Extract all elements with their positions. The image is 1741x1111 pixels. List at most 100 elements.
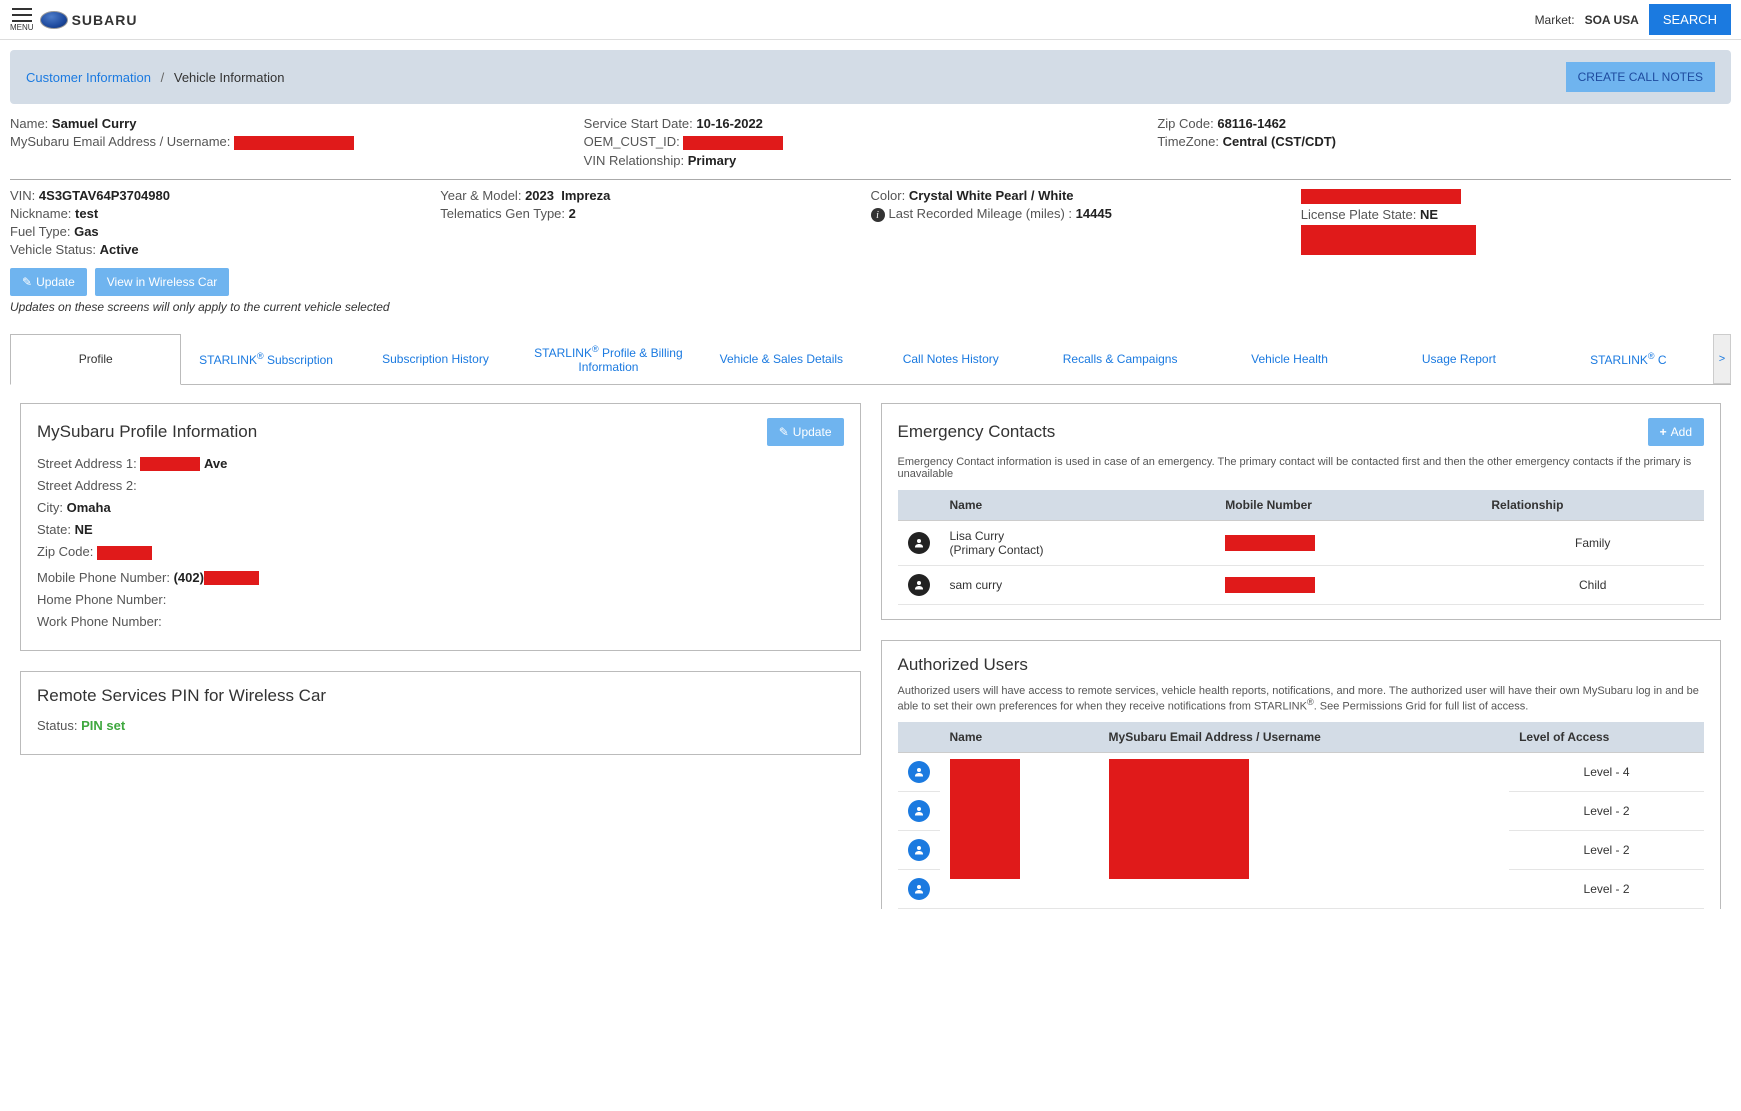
profile-update-button[interactable]: Update	[767, 418, 844, 446]
add-label: Add	[1671, 425, 1692, 439]
auth-level: Level - 2	[1509, 831, 1704, 870]
vehicle-status-value: Active	[100, 242, 139, 257]
emergency-contacts-card: Emergency Contacts Add Emergency Contact…	[881, 403, 1722, 620]
color-value: Crystal White Pearl / White	[909, 188, 1074, 203]
table-row[interactable]: Lisa Curry(Primary Contact) Family	[898, 520, 1705, 565]
action-buttons-row: Update View in Wireless Car	[0, 262, 1741, 300]
tab-call-notes-history[interactable]: Call Notes History	[866, 334, 1035, 384]
update-label: Update	[36, 275, 75, 289]
table-row[interactable]: Level - 4	[898, 753, 1705, 792]
name-label: Name:	[10, 116, 48, 131]
year-model-label: Year & Model:	[440, 188, 521, 203]
auth-col-email: MySubaru Email Address / Username	[1099, 722, 1510, 753]
breadcrumb-link-customer-info[interactable]: Customer Information	[26, 70, 151, 85]
mobile-phone-label: Mobile Phone Number:	[37, 570, 170, 585]
tab-profile[interactable]: Profile	[10, 334, 181, 385]
tab-vehicle-health[interactable]: Vehicle Health	[1205, 334, 1374, 384]
brand-text: SUBARU	[72, 12, 138, 28]
auth-card-title: Authorized Users	[898, 655, 1705, 675]
contact-name: Lisa Curry	[950, 529, 1005, 543]
profile-zip-label: Zip Code:	[37, 544, 93, 559]
timezone-label: TimeZone:	[1157, 134, 1219, 149]
person-icon	[908, 761, 930, 783]
redacted-mobile-2	[1225, 577, 1315, 593]
search-button[interactable]: SEARCH	[1649, 4, 1731, 35]
redacted-field-2	[1301, 225, 1476, 255]
menu-button[interactable]: MENU	[10, 8, 34, 32]
profile-info-card: MySubaru Profile Information Update Stre…	[20, 403, 861, 652]
tab-starlink-subscription[interactable]: STARLINK® Subscription	[181, 334, 350, 384]
emergency-col-name: Name	[940, 490, 1216, 521]
fuel-type-value: Gas	[74, 224, 99, 239]
person-icon	[908, 574, 930, 596]
topbar: MENU SUBARU Market: SOA USA SEARCH	[0, 0, 1741, 40]
brand-logo[interactable]: SUBARU	[40, 11, 138, 29]
auth-desc: Authorized users will have access to rem…	[898, 685, 1705, 713]
zip-value: 68116-1462	[1217, 116, 1286, 131]
service-start-value: 10-16-2022	[696, 116, 763, 131]
mileage-label: Last Recorded Mileage (miles) :	[889, 206, 1073, 221]
auth-col-level: Level of Access	[1509, 722, 1704, 753]
breadcrumb-bar: Customer Information / Vehicle Informati…	[10, 50, 1731, 104]
plus-icon	[1660, 425, 1667, 439]
vehicle-info-section: VIN: 4S3GTAV64P3704980 Nickname: test Fu…	[0, 186, 1741, 262]
update-vehicle-button[interactable]: Update	[10, 268, 87, 296]
person-icon	[908, 532, 930, 554]
add-emergency-contact-button[interactable]: Add	[1648, 418, 1704, 446]
tab-starlink-c[interactable]: STARLINK® C	[1544, 334, 1713, 384]
tab-scroll-right-button[interactable]: >	[1713, 334, 1731, 384]
mileage-value: 14445	[1076, 206, 1112, 221]
vin-label: VIN:	[10, 188, 35, 203]
service-start-label: Service Start Date:	[584, 116, 693, 131]
menu-label: MENU	[10, 23, 34, 32]
redacted-field-1	[1301, 189, 1461, 204]
tab-strip: Profile STARLINK® Subscription Subscript…	[10, 334, 1731, 385]
auth-col-icon	[898, 722, 940, 753]
person-icon	[908, 878, 930, 900]
pencil-icon	[22, 275, 32, 289]
auth-level: Level - 2	[1509, 792, 1704, 831]
home-phone-label: Home Phone Number:	[37, 592, 166, 607]
customer-info-section: Name: Samuel Curry MySubaru Email Addres…	[0, 114, 1741, 173]
market-value: SOA USA	[1585, 13, 1639, 27]
table-row[interactable]: sam curry Child	[898, 565, 1705, 604]
nickname-value: test	[75, 206, 98, 221]
info-icon[interactable]: i	[871, 208, 885, 222]
contact-relationship: Child	[1481, 565, 1704, 604]
view-wireless-car-button[interactable]: View in Wireless Car	[95, 268, 229, 296]
tab-starlink-profile-billing[interactable]: STARLINK® Profile & BillingInformation	[520, 334, 696, 384]
tab-usage-report[interactable]: Usage Report	[1374, 334, 1543, 384]
emergency-contacts-table: Name Mobile Number Relationship Lisa Cur…	[898, 490, 1705, 605]
authorized-users-table: Name MySubaru Email Address / Username L…	[898, 722, 1705, 909]
city-value: Omaha	[67, 500, 111, 515]
tab-vehicle-sales-details[interactable]: Vehicle & Sales Details	[697, 334, 866, 384]
redacted-email	[234, 136, 354, 150]
breadcrumb: Customer Information / Vehicle Informati…	[26, 70, 284, 85]
contact-name: sam curry	[940, 565, 1216, 604]
emergency-card-title: Emergency Contacts	[898, 422, 1056, 442]
create-call-notes-button[interactable]: CREATE CALL NOTES	[1566, 62, 1715, 92]
state-value: NE	[75, 522, 93, 537]
market-label: Market:	[1535, 13, 1575, 27]
telematics-label: Telematics Gen Type:	[440, 206, 565, 221]
divider	[10, 179, 1731, 180]
oem-cust-id-label: OEM_CUST_ID:	[584, 134, 680, 149]
subaru-star-icon	[40, 11, 68, 29]
addr1-label: Street Address 1:	[37, 456, 137, 471]
redacted-auth-names	[950, 759, 1020, 879]
tab-subscription-history[interactable]: Subscription History	[351, 334, 520, 384]
breadcrumb-separator: /	[161, 70, 165, 85]
addr1-suffix: Ave	[204, 456, 227, 471]
addr2-label: Street Address 2:	[37, 478, 137, 493]
person-icon	[908, 800, 930, 822]
contact-relationship: Family	[1481, 520, 1704, 565]
redacted-auth-emails	[1109, 759, 1249, 879]
pin-card-title: Remote Services PIN for Wireless Car	[37, 686, 844, 706]
vehicle-status-label: Vehicle Status:	[10, 242, 96, 257]
timezone-value: Central (CST/CDT)	[1223, 134, 1336, 149]
nickname-label: Nickname:	[10, 206, 71, 221]
fuel-type-label: Fuel Type:	[10, 224, 70, 239]
tab-recalls-campaigns[interactable]: Recalls & Campaigns	[1035, 334, 1204, 384]
emergency-col-relationship: Relationship	[1481, 490, 1704, 521]
redacted-mobile-1	[1225, 535, 1315, 551]
